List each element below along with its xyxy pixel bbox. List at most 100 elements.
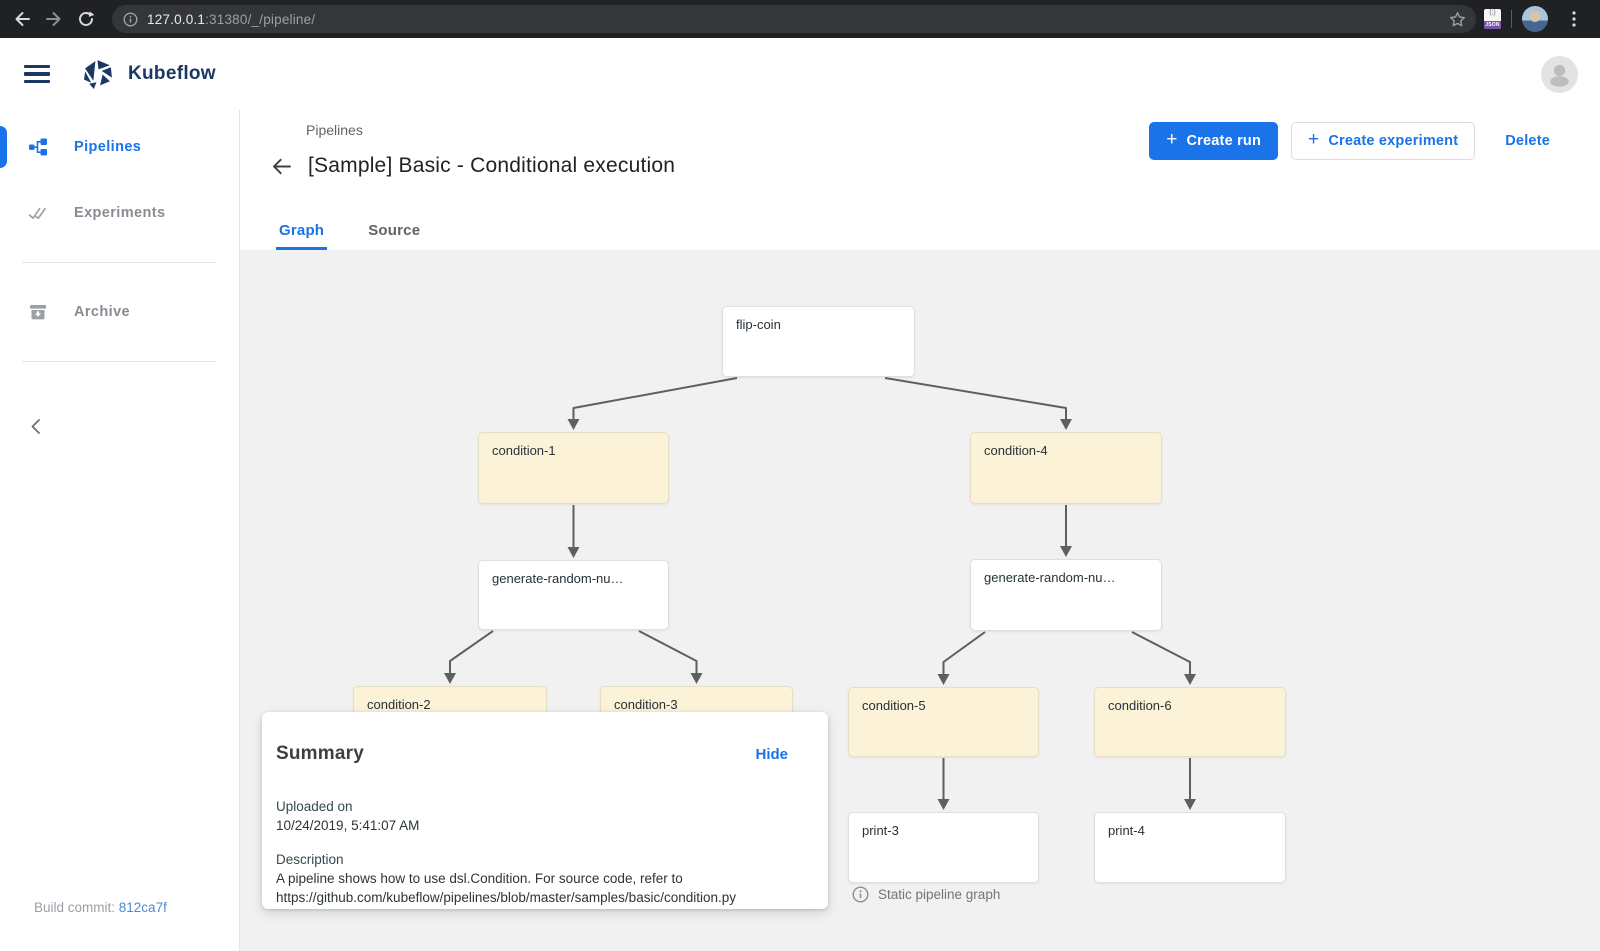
graph-node-label: condition-1 — [492, 444, 658, 458]
graph-node-label: condition-5 — [862, 699, 1028, 713]
uploaded-on-label: Uploaded on — [276, 797, 788, 816]
graph-node-label: print-4 — [1108, 824, 1275, 838]
graph-node-generate-random-number-2[interactable]: generate-random-nu… — [970, 559, 1162, 631]
graph-node-label: generate-random-nu… — [492, 572, 658, 586]
sidebar-divider — [22, 262, 217, 263]
graph-node-flip-coin[interactable]: flip-coin — [722, 306, 915, 377]
person-icon — [1541, 56, 1578, 93]
plus-icon: + — [1308, 129, 1319, 151]
user-avatar[interactable] — [1541, 56, 1578, 93]
graph-edge-generate-random-number-1-to-condition-3 — [639, 631, 697, 674]
build-commit-link[interactable]: 812ca7f — [119, 900, 167, 915]
create-experiment-button[interactable]: + Create experiment — [1291, 122, 1475, 160]
url-text[interactable]: 127.0.0.1:31380/_/pipeline/ — [147, 12, 315, 27]
sidebar-item-label: Experiments — [74, 205, 165, 221]
extension-braces: {;} — [1484, 9, 1501, 16]
sidebar-divider — [22, 361, 217, 362]
create-run-button[interactable]: + Create run — [1149, 122, 1278, 160]
graph-node-label: print-3 — [862, 824, 1028, 838]
graph-node-condition-5[interactable]: condition-5 — [848, 687, 1039, 757]
star-icon — [1449, 11, 1466, 28]
sidebar-item-pipelines[interactable]: Pipelines — [0, 124, 239, 170]
summary-header: Summary Hide — [276, 712, 788, 765]
bookmark-star-button[interactable] — [1449, 11, 1466, 28]
graph-edge-generate-random-number-2-to-condition-5 — [944, 632, 986, 675]
address-bar[interactable]: 127.0.0.1:31380/_/pipeline/ — [112, 5, 1476, 33]
browser-chrome: 127.0.0.1:31380/_/pipeline/ {;} JSON — [0, 0, 1600, 38]
graph-edge-flip-coin-to-condition-1 — [574, 378, 738, 420]
graph-node-label: condition-4 — [984, 444, 1151, 458]
tab-bar: Graph Source — [240, 210, 1600, 250]
experiments-icon — [28, 203, 48, 223]
chevron-left-icon — [30, 418, 41, 435]
url-host: 127.0.0.1 — [147, 12, 205, 27]
reload-icon — [77, 10, 95, 28]
tab-source[interactable]: Source — [365, 222, 423, 250]
page-header: Pipelines [Sample] Basic - Conditional e… — [240, 110, 1600, 210]
create-experiment-label: Create experiment — [1328, 133, 1458, 149]
graph-node-print-3[interactable]: print-3 — [848, 812, 1039, 883]
main-layout: Pipelines Experiments Archive Build comm… — [0, 110, 1600, 951]
info-icon — [852, 886, 869, 903]
browser-profile-avatar[interactable] — [1522, 6, 1548, 32]
sidebar: Pipelines Experiments Archive Build comm… — [0, 110, 240, 951]
browser-menu-button[interactable] — [1558, 3, 1590, 35]
pipelines-icon — [28, 137, 48, 157]
create-run-label: Create run — [1187, 133, 1262, 149]
sidebar-item-label: Pipelines — [74, 139, 141, 155]
graph-node-label: condition-2 — [367, 698, 536, 712]
graph-node-condition-6[interactable]: condition-6 — [1094, 687, 1286, 757]
graph-node-label: generate-random-nu… — [984, 571, 1151, 585]
description-label: Description — [276, 850, 788, 869]
sidebar-item-experiments[interactable]: Experiments — [0, 190, 239, 236]
brand-name: Kubeflow — [128, 63, 216, 85]
kebab-menu-icon — [1572, 11, 1576, 27]
summary-title: Summary — [276, 743, 364, 765]
description-value: A pipeline shows how to use dsl.Conditio… — [276, 869, 781, 907]
kubeflow-logo-icon — [82, 58, 115, 91]
plus-icon: + — [1166, 129, 1177, 151]
forward-icon — [45, 10, 63, 28]
pipeline-graph: Summary Hide Uploaded on 10/24/2019, 5:4… — [240, 250, 1600, 951]
back-button[interactable] — [270, 156, 292, 176]
delete-button[interactable]: Delete — [1499, 122, 1556, 160]
breadcrumb[interactable]: Pipelines — [306, 122, 363, 138]
graph-node-label: flip-coin — [736, 318, 904, 332]
hide-summary-link[interactable]: Hide — [755, 746, 788, 763]
extension-badge: JSON — [1484, 21, 1501, 29]
active-indicator — [0, 126, 7, 168]
summary-card: Summary Hide Uploaded on 10/24/2019, 5:4… — [262, 712, 828, 909]
back-icon — [13, 10, 31, 28]
graph-node-label: condition-3 — [614, 698, 782, 712]
browser-forward-button[interactable] — [38, 3, 70, 35]
graph-edge-flip-coin-to-condition-4 — [885, 378, 1066, 420]
hamburger-menu-button[interactable] — [24, 65, 50, 83]
delete-label: Delete — [1505, 133, 1550, 149]
graph-node-condition-1[interactable]: condition-1 — [478, 432, 669, 504]
app-bar: Kubeflow — [0, 38, 1600, 110]
page-title: [Sample] Basic - Conditional execution — [308, 154, 675, 178]
graph-node-generate-random-number-1[interactable]: generate-random-nu… — [478, 560, 669, 630]
graph-node-condition-4[interactable]: condition-4 — [970, 432, 1162, 504]
build-commit-label: Build commit: — [34, 900, 119, 915]
tab-graph[interactable]: Graph — [276, 222, 327, 250]
static-graph-note: Static pipeline graph — [852, 886, 1000, 903]
collapse-sidebar-button[interactable] — [30, 418, 41, 435]
browser-reload-button[interactable] — [70, 3, 102, 35]
url-path: :31380/_/pipeline/ — [205, 12, 315, 27]
sidebar-item-archive[interactable]: Archive — [0, 289, 239, 335]
static-graph-note-label: Static pipeline graph — [878, 887, 1000, 902]
graph-node-print-4[interactable]: print-4 — [1094, 812, 1286, 883]
uploaded-on-value: 10/24/2019, 5:41:07 AM — [276, 816, 788, 835]
browser-back-button[interactable] — [6, 3, 38, 35]
site-info-icon[interactable] — [123, 12, 138, 27]
build-commit: Build commit: 812ca7f — [34, 900, 167, 915]
kubeflow-logo: Kubeflow — [82, 58, 216, 91]
graph-edge-generate-random-number-1-to-condition-2 — [450, 631, 493, 674]
archive-icon — [28, 302, 48, 322]
graph-edge-generate-random-number-2-to-condition-6 — [1132, 632, 1190, 675]
header-actions: + Create run + Create experiment Delete — [1149, 122, 1556, 160]
graph-node-label: condition-6 — [1108, 699, 1275, 713]
content: Pipelines [Sample] Basic - Conditional e… — [240, 110, 1600, 951]
json-extension-button[interactable]: {;} JSON — [1484, 9, 1501, 29]
